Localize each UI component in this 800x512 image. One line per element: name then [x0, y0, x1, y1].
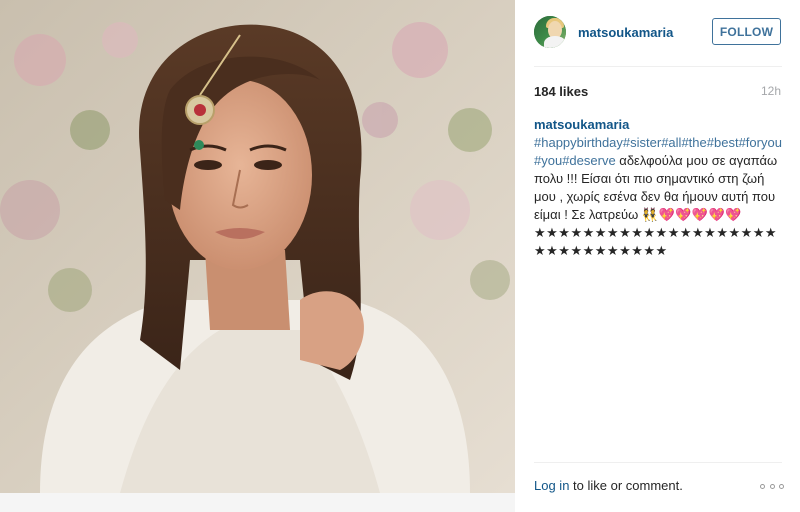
post-timestamp[interactable]: 12h: [761, 84, 781, 98]
hashtag-link[interactable]: #best: [707, 135, 739, 150]
hashtag-link[interactable]: #you: [534, 153, 562, 168]
likes-count[interactable]: 184 likes: [534, 84, 588, 99]
hashtag-link[interactable]: #sister: [623, 135, 661, 150]
post-caption: matsoukamaria #happybirthday#sister#all#…: [534, 116, 784, 260]
hashtag-link[interactable]: #deserve: [562, 153, 615, 168]
more-options-icon[interactable]: [760, 481, 784, 491]
portrait-photo-image: [0, 0, 515, 493]
post-details-panel: matsoukamaria FOLLOW 184 likes 12h matso…: [515, 0, 800, 512]
footer-divider: [534, 462, 782, 463]
follow-button[interactable]: FOLLOW: [712, 18, 781, 45]
hashtag-link[interactable]: #all: [661, 135, 681, 150]
username-link[interactable]: matsoukamaria: [578, 25, 673, 40]
photo-bottom-strip: [0, 493, 515, 512]
caption-username-link[interactable]: matsoukamaria: [534, 117, 629, 132]
login-link[interactable]: Log in: [534, 478, 569, 493]
login-prompt-text: to like or comment.: [569, 478, 683, 493]
post-photo[interactable]: [0, 0, 515, 493]
header-divider: [534, 66, 782, 67]
hashtag-link[interactable]: #the: [681, 135, 706, 150]
hashtag-link[interactable]: #happybirthday: [534, 135, 623, 150]
hashtag-link[interactable]: #foryou: [739, 135, 782, 150]
avatar[interactable]: [534, 16, 566, 48]
post-header: matsoukamaria FOLLOW: [515, 0, 800, 66]
post-footer: Log in to like or comment.: [534, 478, 784, 496]
